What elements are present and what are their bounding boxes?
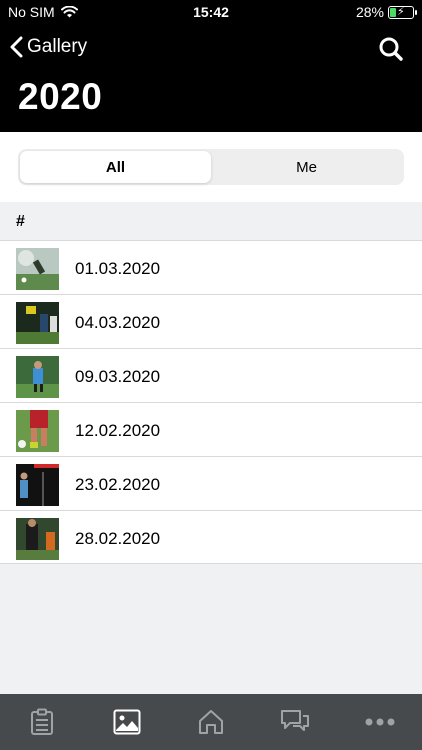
album-thumbnail bbox=[16, 410, 59, 452]
status-bar: No SIM 15:42 28% ⚡ bbox=[0, 0, 422, 24]
tab-more[interactable] bbox=[338, 694, 422, 750]
back-label: Gallery bbox=[27, 36, 88, 57]
album-thumbnail bbox=[16, 518, 59, 560]
segmented-control: All Me bbox=[18, 149, 404, 185]
list-item[interactable]: 12.02.2020 bbox=[0, 402, 422, 456]
list-item[interactable]: 04.03.2020 bbox=[0, 294, 422, 348]
album-date: 12.02.2020 bbox=[75, 421, 161, 440]
list-item[interactable]: 01.03.2020 bbox=[0, 240, 422, 294]
chat-icon bbox=[281, 710, 310, 731]
album-date: 09.03.2020 bbox=[75, 367, 161, 386]
tab-gallery[interactable] bbox=[84, 694, 168, 750]
chevron-left-icon bbox=[10, 36, 23, 58]
tab-clipboard[interactable] bbox=[0, 694, 84, 750]
battery-icon: ⚡ bbox=[388, 5, 417, 19]
album-list: 01.03.2020 04.03.2020 09.03.2020 12.02.2… bbox=[0, 240, 422, 564]
gallery-icon bbox=[113, 709, 141, 735]
segment-me[interactable]: Me bbox=[211, 151, 402, 183]
list-item[interactable]: 09.03.2020 bbox=[0, 348, 422, 402]
album-date: 04.03.2020 bbox=[75, 313, 161, 332]
list-item[interactable]: 28.02.2020 bbox=[0, 510, 422, 564]
tab-bar bbox=[0, 694, 422, 750]
album-date: 28.02.2020 bbox=[75, 529, 161, 548]
search-button[interactable] bbox=[378, 36, 404, 62]
section-header-label: # bbox=[16, 213, 25, 230]
status-bar-right: 28% ⚡ bbox=[355, 4, 417, 20]
home-icon bbox=[199, 710, 224, 734]
album-thumbnail bbox=[16, 464, 59, 506]
album-thumbnail bbox=[16, 248, 59, 290]
section-header: # bbox=[0, 202, 422, 240]
clipboard-icon bbox=[31, 708, 54, 735]
battery-percent: 28% bbox=[355, 4, 384, 20]
navigation-header: Gallery 2020 bbox=[0, 24, 422, 132]
more-icon bbox=[365, 718, 395, 726]
search-icon bbox=[379, 37, 403, 61]
page-title: 2020 bbox=[18, 76, 103, 117]
album-thumbnail bbox=[16, 356, 59, 398]
segment-all[interactable]: All bbox=[20, 151, 211, 183]
tab-home[interactable] bbox=[169, 694, 253, 750]
back-button[interactable]: Gallery bbox=[10, 36, 87, 58]
tab-chat[interactable] bbox=[253, 694, 337, 750]
segment-container: All Me bbox=[0, 132, 422, 202]
list-item[interactable]: 23.02.2020 bbox=[0, 456, 422, 510]
album-thumbnail bbox=[16, 302, 59, 344]
album-date: 23.02.2020 bbox=[75, 475, 161, 494]
album-date: 01.03.2020 bbox=[75, 259, 161, 278]
